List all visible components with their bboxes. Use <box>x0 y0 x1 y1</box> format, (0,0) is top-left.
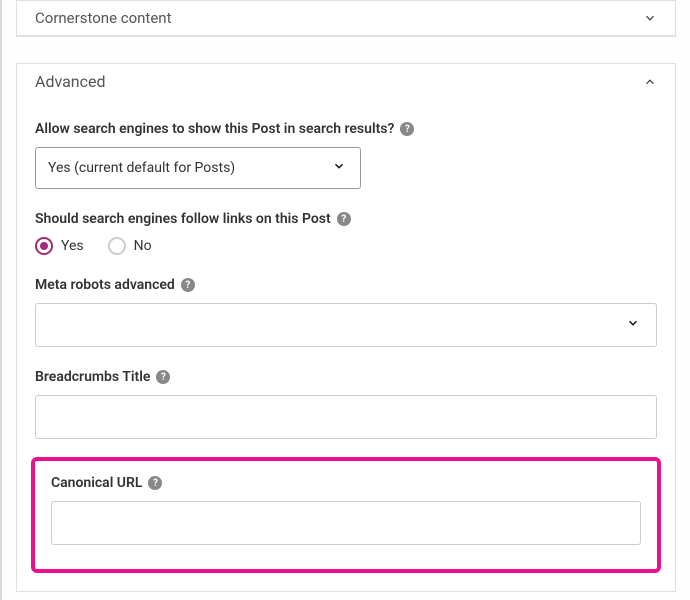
advanced-panel: Advanced Allow search engines to show th… <box>16 63 676 592</box>
follow-links-label: Should search engines follow links on th… <box>35 211 657 227</box>
radio-no-label: No <box>134 238 152 254</box>
allow-search-label: Allow search engines to show this Post i… <box>35 121 657 137</box>
cornerstone-panel: Cornerstone content <box>16 0 676 37</box>
help-icon[interactable]: ? <box>148 476 162 490</box>
canonical-label: Canonical URL ? <box>51 475 641 491</box>
meta-robots-label-text: Meta robots advanced <box>35 277 175 293</box>
radio-indicator-unchecked <box>108 237 126 255</box>
allow-search-selected: Yes (current default for Posts) <box>48 160 235 176</box>
radio-indicator-checked <box>35 237 53 255</box>
allow-search-select[interactable]: Yes (current default for Posts) <box>35 147 361 189</box>
cornerstone-title: Cornerstone content <box>35 9 171 27</box>
help-icon[interactable]: ? <box>337 212 351 226</box>
chevron-down-icon <box>626 316 640 334</box>
breadcrumbs-label-text: Breadcrumbs Title <box>35 369 150 385</box>
follow-links-radio-group: Yes No <box>35 237 657 255</box>
chevron-up-icon <box>643 75 657 89</box>
breadcrumbs-label: Breadcrumbs Title ? <box>35 369 657 385</box>
advanced-title: Advanced <box>35 72 106 91</box>
allow-search-label-text: Allow search engines to show this Post i… <box>35 121 394 137</box>
canonical-highlight: Canonical URL ? <box>31 457 661 573</box>
radio-yes[interactable]: Yes <box>35 237 84 255</box>
advanced-body: Allow search engines to show this Post i… <box>17 121 675 591</box>
breadcrumbs-input[interactable] <box>35 395 657 439</box>
meta-robots-select[interactable] <box>35 303 657 347</box>
follow-links-label-text: Should search engines follow links on th… <box>35 211 331 227</box>
advanced-header[interactable]: Advanced <box>17 64 675 99</box>
chevron-down-icon <box>332 159 346 177</box>
radio-no[interactable]: No <box>108 237 152 255</box>
help-icon[interactable]: ? <box>156 370 170 384</box>
canonical-input[interactable] <box>51 501 641 545</box>
meta-robots-label: Meta robots advanced ? <box>35 277 657 293</box>
cornerstone-header[interactable]: Cornerstone content <box>17 1 675 36</box>
help-icon[interactable]: ? <box>400 122 414 136</box>
help-icon[interactable]: ? <box>181 278 195 292</box>
radio-yes-label: Yes <box>61 238 84 254</box>
chevron-down-icon <box>643 11 657 25</box>
canonical-label-text: Canonical URL <box>51 475 142 491</box>
